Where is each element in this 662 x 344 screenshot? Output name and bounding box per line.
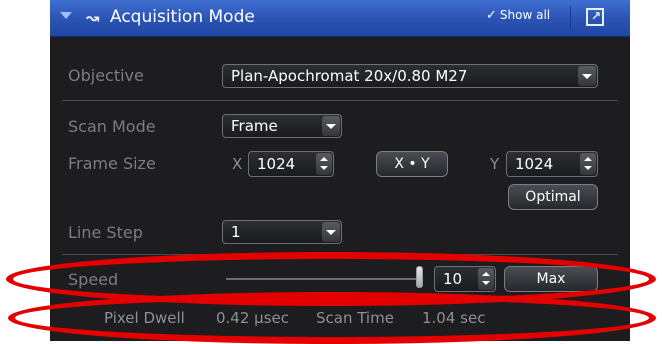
frame-size-y-value: 1024 xyxy=(515,155,554,173)
scan-mode-select[interactable]: Frame xyxy=(222,114,342,138)
panel-title: Acquisition Mode xyxy=(110,7,255,27)
frame-size-label: Frame Size xyxy=(68,154,156,173)
acquisition-mode-icon: ↝ xyxy=(86,8,100,27)
frame-size-x-stepper[interactable]: 1024 xyxy=(248,151,334,177)
frame-size-x-label: X xyxy=(232,155,243,173)
show-all-toggle[interactable]: ✓ Show all xyxy=(486,8,550,23)
section-divider xyxy=(62,100,618,101)
show-all-label: Show all xyxy=(499,8,551,22)
frame-size-x-value: 1024 xyxy=(257,155,296,173)
frame-size-y-stepper[interactable]: 1024 xyxy=(506,151,598,177)
chevron-down-icon xyxy=(322,222,340,242)
line-step-value: 1 xyxy=(231,223,241,241)
line-step-label: Line Step xyxy=(68,223,143,242)
info-highlight-ellipse xyxy=(8,292,656,344)
panel-titlebar[interactable]: ↝ Acquisition Mode ✓ Show all ↗ xyxy=(50,0,630,37)
scan-mode-value: Frame xyxy=(231,117,278,135)
objective-select[interactable]: Plan-Apochromat 20x/0.80 M27 xyxy=(222,64,598,88)
chevron-down-icon xyxy=(322,116,340,136)
titlebar-divider xyxy=(570,6,571,30)
chevron-down-icon xyxy=(578,66,596,86)
optimal-button[interactable]: Optimal xyxy=(508,184,598,210)
line-step-select[interactable]: 1 xyxy=(222,220,342,244)
frame-size-y-label: Y xyxy=(490,155,500,173)
check-icon: ✓ xyxy=(486,8,497,23)
objective-value: Plan-Apochromat 20x/0.80 M27 xyxy=(231,67,468,85)
collapse-arrow-icon[interactable] xyxy=(60,12,72,19)
popout-icon[interactable]: ↗ xyxy=(586,8,604,26)
objective-label: Objective xyxy=(68,66,144,85)
stepper-arrows-icon[interactable] xyxy=(316,153,332,175)
swap-xy-button[interactable]: X • Y xyxy=(376,151,448,177)
stepper-arrows-icon[interactable] xyxy=(580,153,596,175)
scan-mode-label: Scan Mode xyxy=(68,117,156,136)
